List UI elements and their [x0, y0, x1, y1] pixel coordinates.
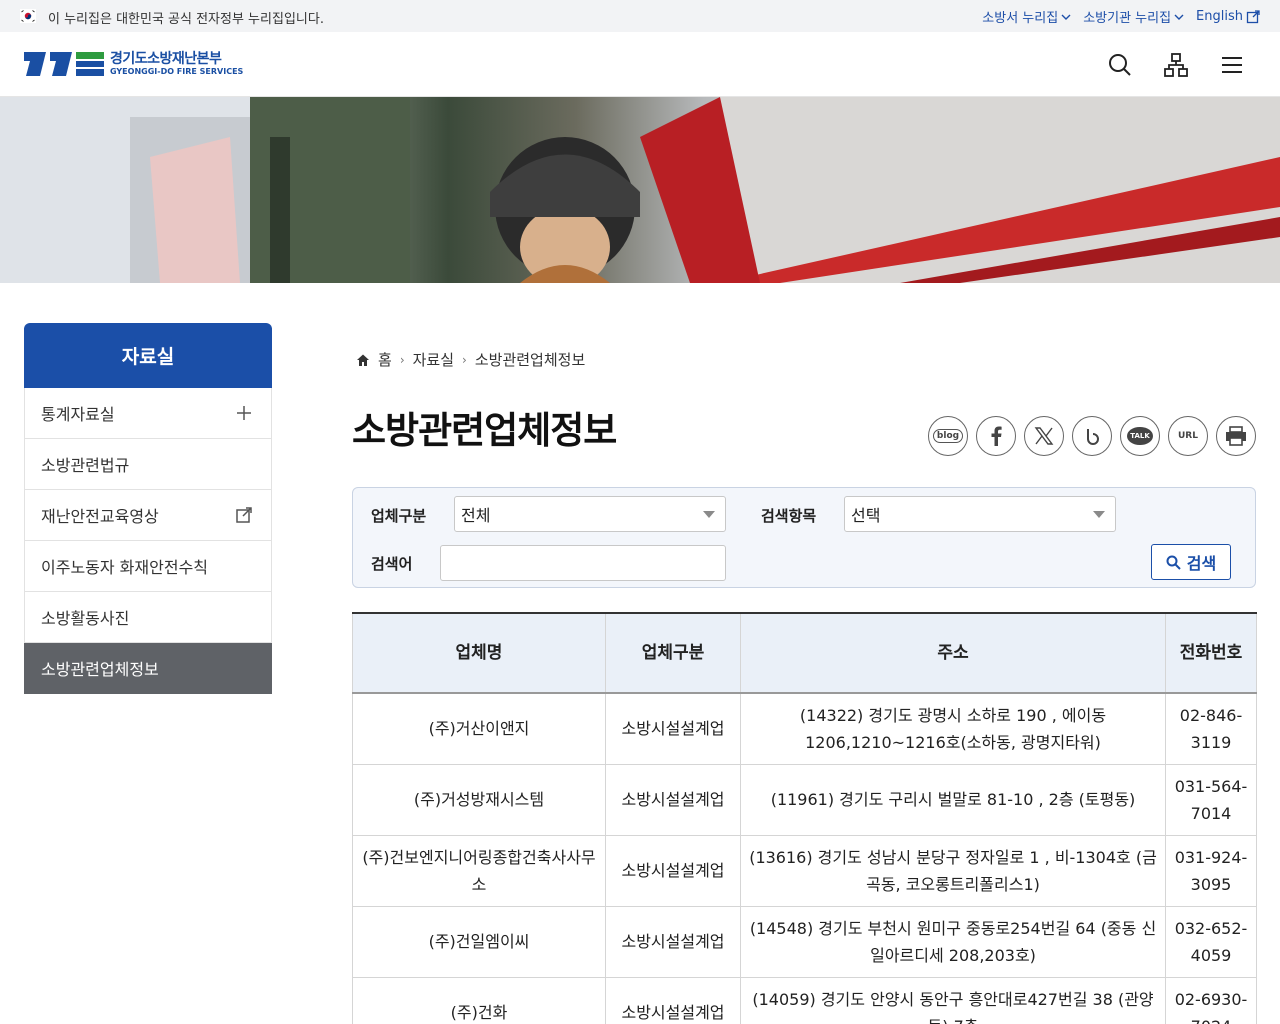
table-row: (주)거성방재시스템 소방시설설계업 (11961) 경기도 구리시 벌말로 8…: [352, 763, 1257, 836]
cell-address: (13616) 경기도 성남시 분당구 정자일로 1 , 비-1304호 (금곡…: [740, 834, 1166, 907]
print-icon[interactable]: [1216, 416, 1256, 456]
breadcrumb-home[interactable]: 홈: [378, 349, 392, 370]
kakao-talk-share-icon[interactable]: TALK: [1120, 416, 1160, 456]
cell-phone: 031-924-3095: [1165, 834, 1257, 907]
cell-company-name: (주)건일엠이씨: [352, 905, 606, 978]
search-field-label: 검색항목: [761, 507, 817, 525]
cell-company-type: 소방시설설계업: [605, 692, 741, 765]
cell-phone: 02-846-3119: [1165, 692, 1257, 765]
table-row: (주)건화 소방시설설계업 (14059) 경기도 안양시 동안구 흥안대로42…: [352, 976, 1257, 1024]
site-header: 경기도소방재난본부 GYEONGGI-DO FIRE SERVICES: [0, 32, 1280, 97]
facebook-share-icon[interactable]: [976, 416, 1016, 456]
gov-links: 소방서 누리집 소방기관 누리집 English: [982, 7, 1260, 26]
cell-address: (14059) 경기도 안양시 동안구 흥안대로427번길 38 (관양동) 7…: [740, 976, 1166, 1024]
search-form: 업체구분 전체 검색항목 선택 검색어 검색: [352, 487, 1256, 588]
cell-company-type: 소방시설설계업: [605, 763, 741, 836]
cell-address: (14548) 경기도 부천시 원미구 중동로254번길 64 (중동 신일아르…: [740, 905, 1166, 978]
share-toolbar: blog TALK URL: [928, 416, 1256, 456]
sidebar-item-company-info[interactable]: 소방관련업체정보: [24, 643, 272, 694]
chevron-down-icon: [1174, 14, 1184, 20]
cell-company-name: (주)거산이앤지: [352, 692, 606, 765]
keyword-input[interactable]: [440, 545, 726, 581]
home-icon: [357, 354, 369, 366]
sidebar-item-fire-laws[interactable]: 소방관련법규: [24, 439, 272, 490]
gov-banner: 이 누리집은 대한민국 공식 전자정부 누리집입니다. 소방서 누리집 소방기관…: [0, 0, 1280, 32]
sitemap-icon[interactable]: [1163, 52, 1189, 78]
sidebar-item-statistics[interactable]: 통계자료실: [24, 388, 272, 439]
company-type-select[interactable]: 전체: [454, 496, 726, 532]
page-title: 소방관련업체정보: [352, 409, 617, 452]
plus-icon: [237, 406, 251, 420]
sidebar-item-activity-photos[interactable]: 소방활동사진: [24, 592, 272, 643]
cell-phone: 032-652-4059: [1165, 905, 1257, 978]
table-header-row: 업체명 업체구분 주소 전화번호: [352, 612, 1257, 694]
cell-company-name: (주)건보엔지니어링종합건축사사무소: [352, 834, 606, 907]
blog-share-icon[interactable]: blog: [928, 416, 968, 456]
cell-phone: 02-6930-7024: [1165, 976, 1257, 1024]
sidebar-nav: 자료실 통계자료실 소방관련법규 재난안전교육영상 이주노동자 화재안전수칙 소…: [24, 323, 272, 694]
cell-company-type: 소방시설설계업: [605, 834, 741, 907]
dropdown-arrow-icon: [703, 511, 715, 518]
column-header-company-name: 업체명: [352, 612, 606, 694]
sidebar-item-safety-videos[interactable]: 재난안전교육영상: [24, 490, 272, 541]
cell-company-name: (주)건화: [352, 976, 606, 1024]
firefighter-banner-illustration: [0, 97, 1280, 283]
menu-icon[interactable]: [1219, 52, 1245, 78]
logo-mark-icon: [24, 52, 104, 76]
search-icon: [1166, 555, 1181, 570]
cell-company-type: 소방시설설계업: [605, 976, 741, 1024]
hero-banner-image: [0, 97, 1280, 283]
cell-company-name: (주)거성방재시스템: [352, 763, 606, 836]
dropdown-arrow-icon: [1093, 511, 1105, 518]
column-header-address: 주소: [740, 612, 1166, 694]
breadcrumb-archive[interactable]: 자료실: [413, 349, 454, 370]
search-button[interactable]: 검색: [1151, 544, 1231, 580]
column-header-phone: 전화번호: [1165, 612, 1257, 694]
fire-agency-site-link[interactable]: 소방기관 누리집: [1083, 7, 1184, 26]
band-share-icon[interactable]: [1072, 416, 1112, 456]
company-type-label: 업체구분: [371, 507, 427, 525]
gov-notice: 이 누리집은 대한민국 공식 전자정부 누리집입니다.: [48, 12, 324, 27]
korea-flag-icon: [20, 9, 36, 23]
table-row: (주)거산이앤지 소방시설설계업 (14322) 경기도 광명시 소하로 190…: [352, 692, 1257, 765]
cell-phone: 031-564-7014: [1165, 763, 1257, 836]
table-row: (주)건보엔지니어링종합건축사사무소 소방시설설계업 (13616) 경기도 성…: [352, 834, 1257, 907]
chevron-down-icon: [1061, 14, 1071, 20]
search-field-select[interactable]: 선택: [844, 496, 1116, 532]
logo-korean-name: 경기도소방재난본부: [110, 51, 222, 67]
sidebar-title: 자료실: [24, 323, 272, 388]
external-link-icon: [1246, 9, 1260, 23]
table-row: (주)건일엠이씨 소방시설설계업 (14548) 경기도 부천시 원미구 중동로…: [352, 905, 1257, 978]
cell-address: (14322) 경기도 광명시 소하로 190 , 에이동 1206,1210~…: [740, 692, 1166, 765]
logo-english-name: GYEONGGI-DO FIRE SERVICES: [110, 67, 244, 76]
url-copy-icon[interactable]: URL: [1168, 416, 1208, 456]
chevron-right-icon: ›: [399, 352, 405, 367]
site-logo[interactable]: 경기도소방재난본부 GYEONGGI-DO FIRE SERVICES: [24, 49, 243, 79]
chevron-right-icon: ›: [462, 352, 467, 367]
company-table: 업체명 업체구분 주소 전화번호 (주)거산이앤지 소방시설설계업 (14322…: [352, 612, 1257, 1024]
cell-company-type: 소방시설설계업: [605, 905, 741, 978]
sidebar-item-migrant-safety[interactable]: 이주노동자 화재안전수칙: [24, 541, 272, 592]
fire-station-site-link[interactable]: 소방서 누리집: [982, 7, 1071, 26]
column-header-company-type: 업체구분: [605, 612, 741, 694]
breadcrumb: 홈 › 자료실 › 소방관련업체정보: [356, 349, 585, 370]
english-link[interactable]: English: [1196, 7, 1260, 26]
cell-address: (11961) 경기도 구리시 벌말로 81-10 , 2층 (토평동): [740, 763, 1166, 836]
search-icon[interactable]: [1107, 52, 1133, 78]
x-share-icon[interactable]: [1024, 416, 1064, 456]
keyword-label: 검색어: [371, 555, 413, 573]
external-link-icon: [236, 507, 252, 523]
breadcrumb-current: 소방관련업체정보: [474, 351, 586, 369]
